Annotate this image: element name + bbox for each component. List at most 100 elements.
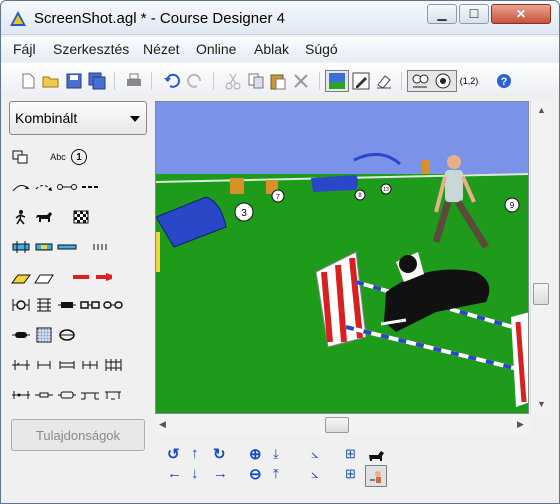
tunnel-far bbox=[311, 175, 358, 192]
number-marker: 3 bbox=[234, 202, 254, 222]
course-view-icon[interactable] bbox=[411, 72, 429, 90]
scroll-right-icon[interactable]: ▶ bbox=[517, 419, 524, 430]
table-icon[interactable] bbox=[11, 239, 31, 255]
aframe-icon[interactable] bbox=[11, 269, 31, 285]
red-tunnel-icon[interactable] bbox=[94, 269, 114, 285]
group-select-icon[interactable] bbox=[11, 149, 31, 165]
dog-icon[interactable] bbox=[34, 209, 54, 225]
toolbar: (1,2) ? bbox=[1, 63, 559, 97]
menu-edit[interactable]: Szerkesztés bbox=[53, 41, 129, 57]
menu-window[interactable]: Ablak bbox=[254, 41, 289, 57]
zoom-out-icon[interactable]: ⊖ bbox=[249, 465, 262, 483]
3d-view-icon[interactable] bbox=[328, 72, 346, 90]
broad-jump-icon[interactable] bbox=[57, 387, 77, 403]
move-right-icon[interactable]: → bbox=[213, 465, 228, 482]
menu-online[interactable]: Online bbox=[196, 41, 236, 57]
triple-jump-icon[interactable] bbox=[80, 357, 100, 373]
scroll-down-icon[interactable]: ▼ bbox=[537, 399, 546, 409]
eraser-icon[interactable] bbox=[375, 72, 393, 90]
open-folder-icon[interactable] bbox=[42, 72, 60, 90]
spread-jump-icon[interactable] bbox=[57, 357, 77, 373]
handler-icon[interactable] bbox=[11, 209, 31, 225]
rotate-right-icon[interactable]: ↻ bbox=[213, 445, 226, 463]
horizontal-scroll-thumb[interactable] bbox=[325, 417, 349, 433]
tire-jump-icon[interactable] bbox=[11, 297, 31, 313]
move-up-icon[interactable]: ↑ bbox=[191, 445, 199, 462]
3d-viewport[interactable]: 3 7 8 13 9 bbox=[155, 101, 529, 414]
tilt-up-icon[interactable]: ⦣ bbox=[311, 466, 318, 482]
menu-view[interactable]: Nézet bbox=[143, 41, 180, 57]
bar-jump-icon[interactable] bbox=[34, 357, 54, 373]
save-all-icon[interactable] bbox=[88, 72, 106, 90]
grid-box-icon[interactable] bbox=[34, 327, 54, 343]
pencil-icon[interactable] bbox=[352, 72, 370, 90]
checkered-flag-icon[interactable] bbox=[71, 209, 91, 225]
undo-icon[interactable] bbox=[163, 72, 181, 90]
oxer-jump-icon[interactable] bbox=[103, 357, 123, 373]
tilt-down-icon[interactable]: ⦣ bbox=[311, 446, 318, 462]
menu-help[interactable]: Súgó bbox=[305, 41, 338, 57]
single-jump-icon[interactable] bbox=[11, 357, 31, 373]
wall-jump-icon[interactable] bbox=[57, 297, 77, 313]
vertical-scroll-thumb[interactable] bbox=[533, 283, 549, 305]
grid-view-icon[interactable]: ⊞ bbox=[345, 446, 356, 462]
long-jump-icon[interactable] bbox=[103, 297, 123, 313]
close-button[interactable]: ✕ bbox=[491, 4, 551, 24]
sky bbox=[156, 102, 528, 174]
minimize-button[interactable]: ▁ bbox=[427, 4, 457, 24]
delete-icon[interactable] bbox=[292, 72, 310, 90]
red-bar-icon[interactable] bbox=[71, 269, 91, 285]
app-window: ScreenShot.agl * - Course Designer 4 ▁ ☐… bbox=[0, 0, 560, 504]
toolbar-separator bbox=[151, 72, 152, 90]
viaduct-icon[interactable] bbox=[80, 387, 100, 403]
move-down-icon[interactable]: ↓ bbox=[191, 465, 199, 482]
svg-text:9: 9 bbox=[510, 201, 515, 210]
dashed-line-icon[interactable] bbox=[80, 179, 100, 195]
fit-view-icon[interactable]: ⊞ bbox=[345, 466, 356, 482]
zoom-in-icon[interactable]: ⊕ bbox=[249, 445, 262, 463]
text-tool[interactable]: Abc bbox=[47, 149, 69, 165]
collapsed-tunnel-icon[interactable] bbox=[57, 327, 77, 343]
pause-table-icon[interactable] bbox=[11, 327, 31, 343]
dog-path-icon[interactable] bbox=[434, 72, 452, 90]
redo-icon[interactable] bbox=[186, 72, 204, 90]
vertical-scrollbar[interactable]: ▲ ▼ bbox=[530, 101, 552, 414]
svg-text:3: 3 bbox=[241, 208, 247, 219]
curve-arrow-2-icon[interactable] bbox=[34, 179, 54, 195]
plank-icon[interactable] bbox=[34, 239, 54, 255]
wing-jump-icon[interactable] bbox=[11, 387, 31, 403]
rotate-left-icon[interactable]: ↺ bbox=[167, 445, 180, 463]
new-file-icon[interactable] bbox=[19, 72, 37, 90]
number-tool[interactable]: 1 bbox=[71, 149, 87, 165]
print-icon[interactable] bbox=[125, 72, 143, 90]
weave-poles-icon[interactable] bbox=[91, 239, 111, 255]
help-icon[interactable]: ? bbox=[495, 72, 513, 90]
ramp-icon[interactable] bbox=[34, 269, 54, 285]
paste-icon[interactable] bbox=[269, 72, 287, 90]
scroll-up-icon[interactable]: ▲ bbox=[537, 105, 546, 115]
category-select[interactable]: Kombinált bbox=[9, 101, 147, 135]
hurdle-icon[interactable] bbox=[34, 387, 54, 403]
double-jump-icon[interactable] bbox=[80, 297, 100, 313]
maximize-button[interactable]: ☐ bbox=[459, 4, 489, 24]
raise-camera-icon[interactable]: ⤒ bbox=[273, 466, 279, 482]
numbering-label[interactable]: (1,2) bbox=[459, 72, 479, 90]
move-left-icon[interactable]: ← bbox=[167, 465, 182, 482]
copy-icon[interactable] bbox=[247, 72, 265, 90]
dogwalk-icon[interactable] bbox=[57, 239, 77, 255]
cut-icon[interactable] bbox=[224, 72, 242, 90]
panel-jump-icon[interactable] bbox=[34, 297, 54, 313]
toolbar-separator bbox=[213, 72, 214, 90]
svg-text:13: 13 bbox=[383, 187, 389, 193]
table-jump-icon[interactable] bbox=[103, 387, 123, 403]
menu-file[interactable]: Fájl bbox=[13, 41, 36, 57]
curve-arrow-icon[interactable] bbox=[11, 179, 31, 195]
line-connect-icon[interactable] bbox=[57, 179, 77, 195]
scroll-left-icon[interactable]: ◀ bbox=[159, 419, 166, 430]
horizontal-scrollbar[interactable]: ◀ ▶ bbox=[155, 415, 530, 435]
dog-view-icon[interactable] bbox=[367, 445, 385, 463]
properties-button[interactable]: Tulajdonságok bbox=[11, 419, 145, 451]
lower-camera-icon[interactable]: ⤓ bbox=[273, 446, 279, 462]
save-icon[interactable] bbox=[65, 72, 83, 90]
distant-jump bbox=[422, 160, 430, 174]
